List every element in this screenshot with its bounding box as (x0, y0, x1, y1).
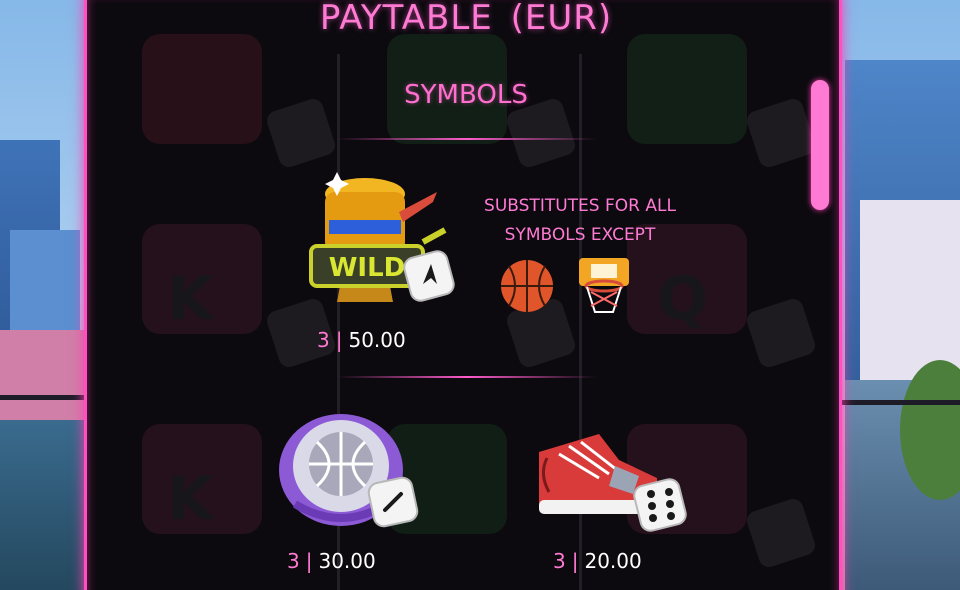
payout-separator: | (335, 328, 343, 352)
railing (0, 395, 84, 400)
payout-value: 30.00 (318, 549, 376, 573)
ghost-dice (744, 296, 818, 370)
ring-payout: 3 | 30.00 (287, 549, 376, 573)
section-title: SYMBOLS (404, 80, 528, 110)
basketball-hoop-icon (579, 258, 629, 313)
ghost-dice (744, 496, 818, 570)
section-divider (337, 376, 597, 378)
payout-value: 20.00 (584, 549, 642, 573)
dice-one-icon (367, 476, 419, 528)
payout-separator: | (571, 549, 579, 573)
wild-payout: 3 | 50.00 (317, 328, 406, 352)
wild-badge-text: WILD (329, 253, 406, 283)
page-title: PAYTABLE (EUR) (319, 0, 613, 38)
paytable-panel: K Q K PAYTABLE (EUR) SYMBOLS WILD 3 | 50… (84, 0, 842, 590)
scrollbar-thumb[interactable] (811, 80, 829, 210)
sneaker-payout: 3 | 20.00 (553, 549, 642, 573)
basketball-icon (501, 260, 553, 312)
railing (842, 400, 960, 405)
ghost-letter: K (167, 264, 214, 334)
payout-count: 3 (553, 549, 566, 573)
section-divider (337, 138, 597, 140)
payout-count: 3 (317, 328, 330, 352)
payout-value: 50.00 (348, 328, 406, 352)
wild-description-line: SUBSTITUTES FOR ALL (484, 196, 676, 216)
payout-count: 3 (287, 549, 300, 573)
payout-separator: | (305, 549, 313, 573)
wild-description-line: SYMBOLS EXCEPT (504, 225, 656, 245)
dice-six-icon (633, 478, 687, 532)
wild-description: SUBSTITUTES FOR ALL SYMBOLS EXCEPT (467, 192, 693, 250)
building (0, 420, 85, 590)
ghost-letter: Q (657, 264, 709, 334)
wild-marker-icon (403, 250, 455, 302)
ghost-letter: K (167, 464, 214, 534)
